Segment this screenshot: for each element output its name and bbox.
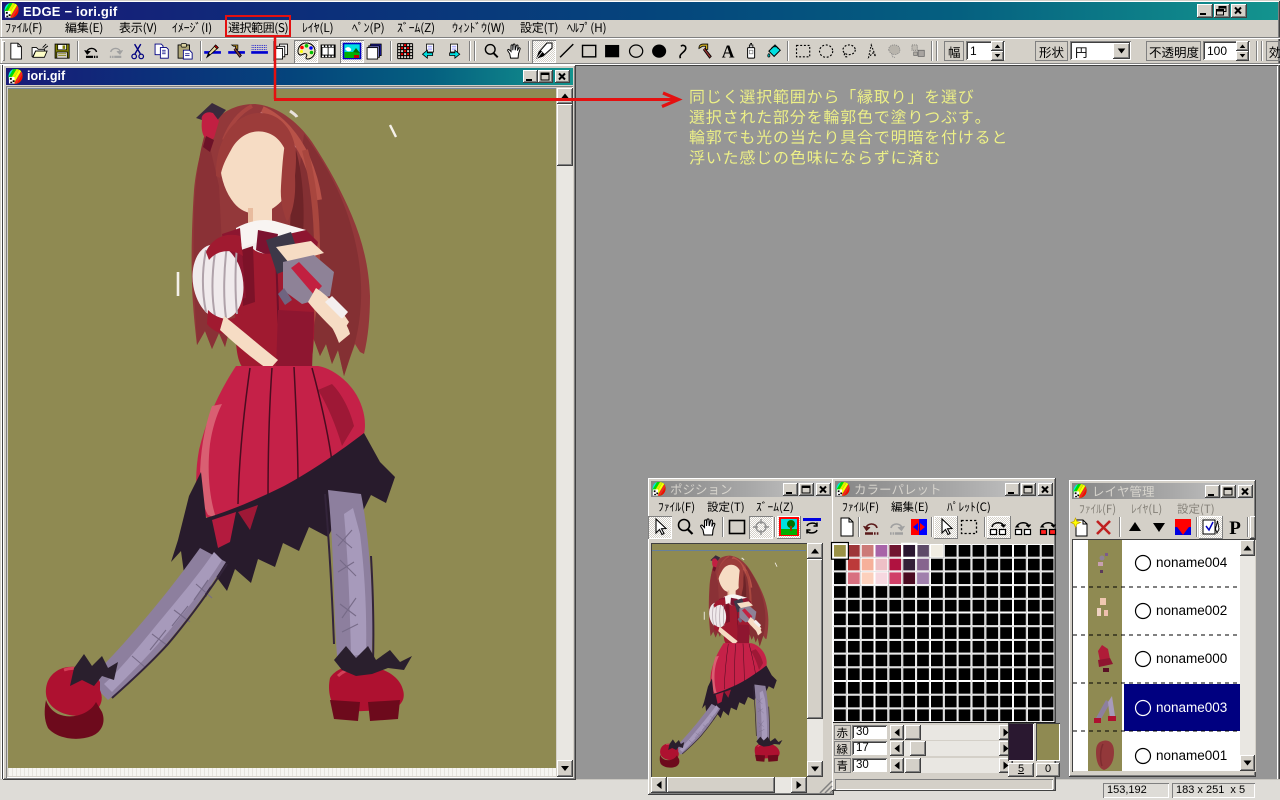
svg-text:P: P bbox=[1229, 518, 1241, 539]
svg-text:A: A bbox=[722, 41, 735, 61]
